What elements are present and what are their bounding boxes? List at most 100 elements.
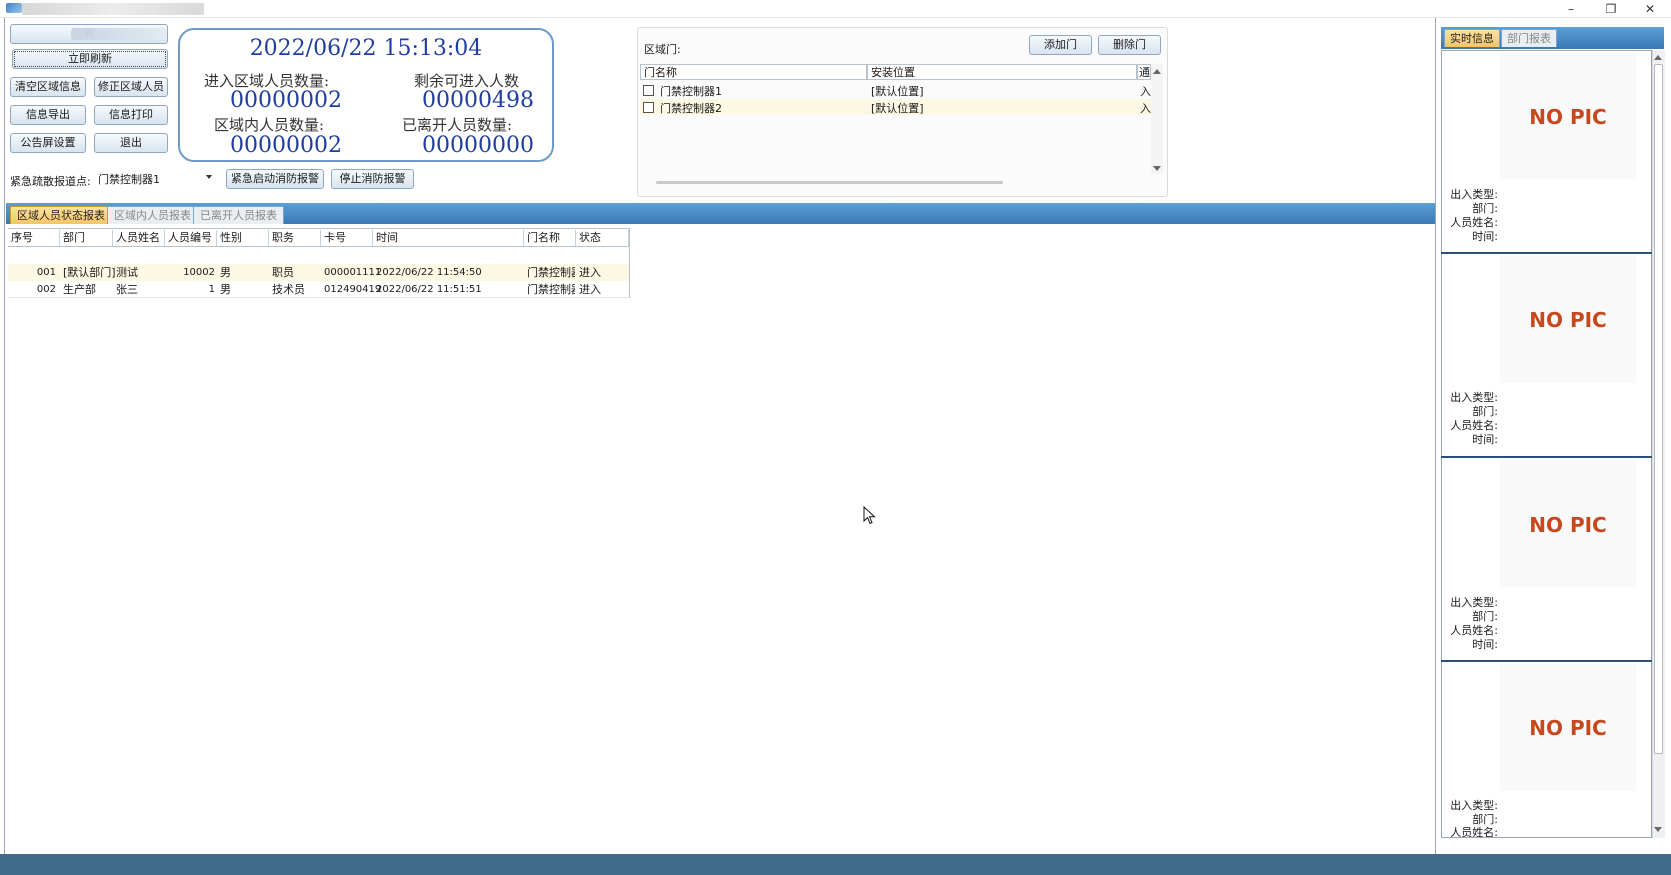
mouse-cursor-icon (863, 506, 876, 525)
table-blank-row (8, 248, 629, 265)
row-no: 001 (36, 267, 56, 278)
print-button[interactable]: 信息打印 (94, 105, 168, 125)
inside-count-label: 区域内人员数量: (214, 116, 325, 134)
card-time-label: 时间: (1472, 433, 1498, 446)
door-location-column-header[interactable]: 安装位置 (867, 64, 1137, 80)
left-count-label: 已离开人员数量: (402, 116, 513, 134)
frame-left (4, 18, 5, 854)
inside-count-value: 00000002 (230, 133, 342, 158)
card-type-label: 出入类型: (1450, 188, 1498, 201)
tab-region-status-report[interactable]: 区域人员状态报表 (10, 206, 112, 224)
tab-dept-report[interactable]: 部门报表 (1501, 29, 1557, 47)
enter-count-value: 00000002 (230, 88, 342, 113)
card-dept-label: 部门: (1472, 202, 1498, 215)
row-door: 门禁控制器 (527, 283, 575, 296)
door-name-column-header[interactable]: 门名称 (640, 64, 867, 80)
scroll-down-icon[interactable] (1654, 827, 1662, 832)
fix-region-button[interactable]: 修正区域人员 (94, 77, 168, 97)
no-pic-text: NO PIC (1529, 105, 1607, 129)
row-name: 测试 (116, 266, 138, 279)
exit-button[interactable]: 退出 (94, 133, 168, 153)
row-card: 012490419 (324, 284, 382, 295)
row-no: 002 (36, 284, 56, 295)
region-door-label: 区域门: (644, 43, 681, 56)
evacuation-point-select[interactable]: 门禁控制器1 (94, 170, 218, 189)
stop-fire-alarm-button[interactable]: 停止消防报警 (331, 169, 414, 189)
refresh-button[interactable]: 立即刷新 (12, 49, 168, 69)
export-button[interactable]: 信息导出 (10, 105, 86, 125)
card-type-label: 出入类型: (1450, 391, 1498, 404)
row-status: 进入 (579, 266, 601, 279)
column-header-time[interactable]: 时间 (373, 230, 524, 246)
card-separator (1441, 252, 1652, 254)
column-header-no[interactable]: 序号 (8, 230, 60, 246)
row-door: 门禁控制器 (527, 266, 575, 279)
add-door-button[interactable]: 添加门 (1029, 35, 1092, 55)
no-pic-text: NO PIC (1529, 513, 1607, 537)
row-id: 1 (208, 284, 215, 295)
chevron-down-icon[interactable] (206, 175, 212, 179)
door-direction-column-header[interactable]: 通 (1137, 64, 1151, 80)
column-header-sex[interactable]: 性别 (217, 230, 269, 246)
card-separator (1441, 660, 1652, 662)
row-sex: 男 (220, 266, 231, 279)
current-datetime: 2022/06/22 15:13:04 (249, 36, 483, 61)
tab-left-report[interactable]: 已离开人员报表 (193, 206, 284, 224)
minimize-button[interactable]: – (1554, 0, 1588, 18)
row-time: 2022/06/22 11:54:50 (376, 267, 482, 278)
row-card: 000001111 (324, 267, 382, 278)
close-button[interactable]: ✕ (1633, 0, 1667, 18)
delete-door-button[interactable]: 删除门 (1098, 35, 1161, 55)
column-header-status[interactable]: 状态 (576, 230, 629, 246)
app-icon (6, 3, 22, 13)
frame-divider (1435, 18, 1436, 854)
row-status: 进入 (579, 283, 601, 296)
column-header-card[interactable]: 卡号 (321, 230, 373, 246)
tab-realtime-info[interactable]: 实时信息 (1444, 29, 1500, 47)
column-header-id[interactable]: 人员编号 (165, 230, 217, 246)
door-row-location: [默认位置] (871, 85, 924, 98)
scroll-up-icon[interactable] (1654, 55, 1662, 60)
scrollbar-thumb[interactable] (1654, 64, 1663, 754)
row-id: 10002 (183, 267, 215, 278)
blurred-button[interactable]: 界 (10, 24, 168, 44)
column-header-title[interactable]: 职务 (269, 230, 321, 246)
start-fire-alarm-button[interactable]: 紧急启动消防报警 (226, 169, 324, 189)
table-right-edge (629, 228, 630, 298)
remain-count-value: 00000498 (422, 88, 534, 113)
card-time-label: 时间: (1472, 638, 1498, 651)
door-row-location: [默认位置] (871, 102, 924, 115)
door-list-hscrollbar[interactable] (656, 181, 1003, 184)
card-name-label: 人员姓名: (1450, 419, 1498, 432)
row-dept: 生产部 (63, 283, 96, 296)
counter-panel: 2022/06/22 15:13:04 进入区域人员数量: 剩余可进入人数 00… (178, 28, 554, 162)
column-header-door[interactable]: 门名称 (524, 230, 576, 246)
row-time: 2022/06/22 11:51:51 (376, 284, 482, 295)
window-title (22, 3, 204, 15)
row-sex: 男 (220, 283, 231, 296)
card-dept-label: 部门: (1472, 610, 1498, 623)
card-type-label: 出入类型: (1450, 596, 1498, 609)
column-header-name[interactable]: 人员姓名 (113, 230, 165, 246)
door-list-scrollbar[interactable] (1151, 64, 1163, 174)
scroll-up-icon[interactable] (1153, 69, 1161, 74)
card-time-label: 时间: (1472, 230, 1498, 243)
scroll-down-icon[interactable] (1153, 166, 1161, 171)
door-row-direction: 入 (1140, 102, 1151, 115)
card-name-label: 人员姓名: (1450, 624, 1498, 637)
row-dept: [默认部门] (63, 266, 116, 279)
card-type-label: 出入类型: (1450, 799, 1498, 812)
restore-button[interactable]: ❐ (1594, 0, 1628, 18)
tab-inside-report[interactable]: 区域内人员报表 (107, 206, 198, 224)
door-row-direction: 入 (1140, 85, 1151, 98)
title-bar (0, 0, 1671, 18)
left-count-value: 00000000 (422, 133, 534, 158)
card-name-label: 人员姓名: (1450, 826, 1498, 837)
clear-region-button[interactable]: 清空区域信息 (10, 77, 86, 97)
card-separator (1441, 456, 1652, 458)
card-name-label: 人员姓名: (1450, 216, 1498, 229)
column-header-dept[interactable]: 部门 (60, 230, 113, 246)
notice-settings-button[interactable]: 公告屏设置 (10, 133, 86, 153)
door-row-checkbox[interactable] (643, 85, 654, 96)
door-row-checkbox[interactable] (643, 102, 654, 113)
